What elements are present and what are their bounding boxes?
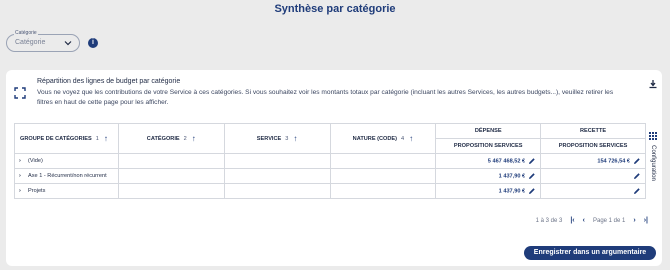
revenue-cell [540,168,646,184]
first-page-icon[interactable]: |‹ [570,217,574,224]
configuration-label: Configuration [650,145,656,181]
configuration-tab[interactable]: Configuration [648,132,658,190]
last-page-icon[interactable]: ›| [644,217,648,224]
expense-cell: 5 467 468,52 € [435,153,542,169]
next-page-icon[interactable]: › [633,217,635,224]
chevron-down-icon [64,41,72,46]
pagination-range: 1 à 3 de 3 [535,217,563,224]
edit-icon[interactable] [528,172,536,180]
column-header-nature[interactable]: NATURE (CODE) 4 ↑ [329,123,437,154]
expense-cell: 1 437,90 € [435,183,542,199]
page-title: Synthèse par catégorie [274,3,396,15]
category-select[interactable]: Catégorie Catégorie [6,30,80,52]
column-subheader-revenue: PROPOSITION SERVICES [540,138,646,154]
column-header-expense: DÉPENSE [435,123,542,139]
edit-icon[interactable] [633,157,641,165]
card-heading: Répartition des lignes de budget par cat… [37,78,181,85]
sort-arrow-icon[interactable]: ↑ [293,134,297,143]
chevron-right-icon[interactable]: › [19,173,25,179]
table-row[interactable]: › Projets 1 437,90 € [14,183,646,199]
row-group-cell[interactable]: › Axe 1 - Récurrent/non récurrent [14,168,119,184]
expand-icon[interactable] [14,87,26,99]
row-group-cell[interactable]: › Projets [14,183,119,199]
sort-arrow-icon[interactable]: ↑ [104,134,108,143]
revenue-cell [540,183,646,199]
expense-cell: 1 437,90 € [435,168,542,184]
table-row[interactable]: › Axe 1 - Récurrent/non récurrent 1 437,9… [14,168,646,184]
chevron-right-icon[interactable]: › [19,158,25,164]
category-table: GROUPE DE CATÉGORIES 1 ↑ CATÉGORIE 2 ↑ SERVI… [14,123,646,199]
chevron-right-icon[interactable]: › [19,188,25,194]
save-to-argumentaire-button[interactable]: Enregistrer dans un argumentaire [524,246,656,260]
pagination-page: Page 1 de 1 [592,217,626,224]
column-header-group[interactable]: GROUPE DE CATÉGORIES 1 ↑ [14,123,119,154]
column-subheader-expense: PROPOSITION SERVICES [435,138,542,154]
sort-arrow-icon[interactable]: ↑ [409,134,413,143]
row-group-cell[interactable]: › (Vide) [14,153,119,169]
category-summary-card: Répartition des lignes de budget par cat… [6,70,662,266]
pagination: 1 à 3 de 3 |‹ ‹ Page 1 de 1 › ›| [536,217,648,224]
card-description: Vous ne voyez que les contributions de v… [37,89,614,106]
category-select-legend: Catégorie [14,30,38,36]
previous-page-icon[interactable]: ‹ [583,217,585,224]
category-select-placeholder: Catégorie [15,39,46,46]
table-row[interactable]: › (Vide) 5 467 468,52 € 154 726,54 € [14,153,646,169]
edit-icon[interactable] [633,187,641,195]
sort-arrow-icon[interactable]: ↑ [192,134,196,143]
edit-icon[interactable] [528,157,536,165]
column-header-revenue: RECETTE [540,123,646,139]
column-header-category[interactable]: CATÉGORIE 2 ↑ [117,123,225,154]
edit-icon[interactable] [528,187,536,195]
edit-icon[interactable] [633,172,641,180]
column-header-service[interactable]: SERVICE 3 ↑ [223,123,331,154]
revenue-cell: 154 726,54 € [540,153,646,169]
info-icon[interactable]: i [88,38,98,48]
download-icon[interactable] [648,79,658,89]
